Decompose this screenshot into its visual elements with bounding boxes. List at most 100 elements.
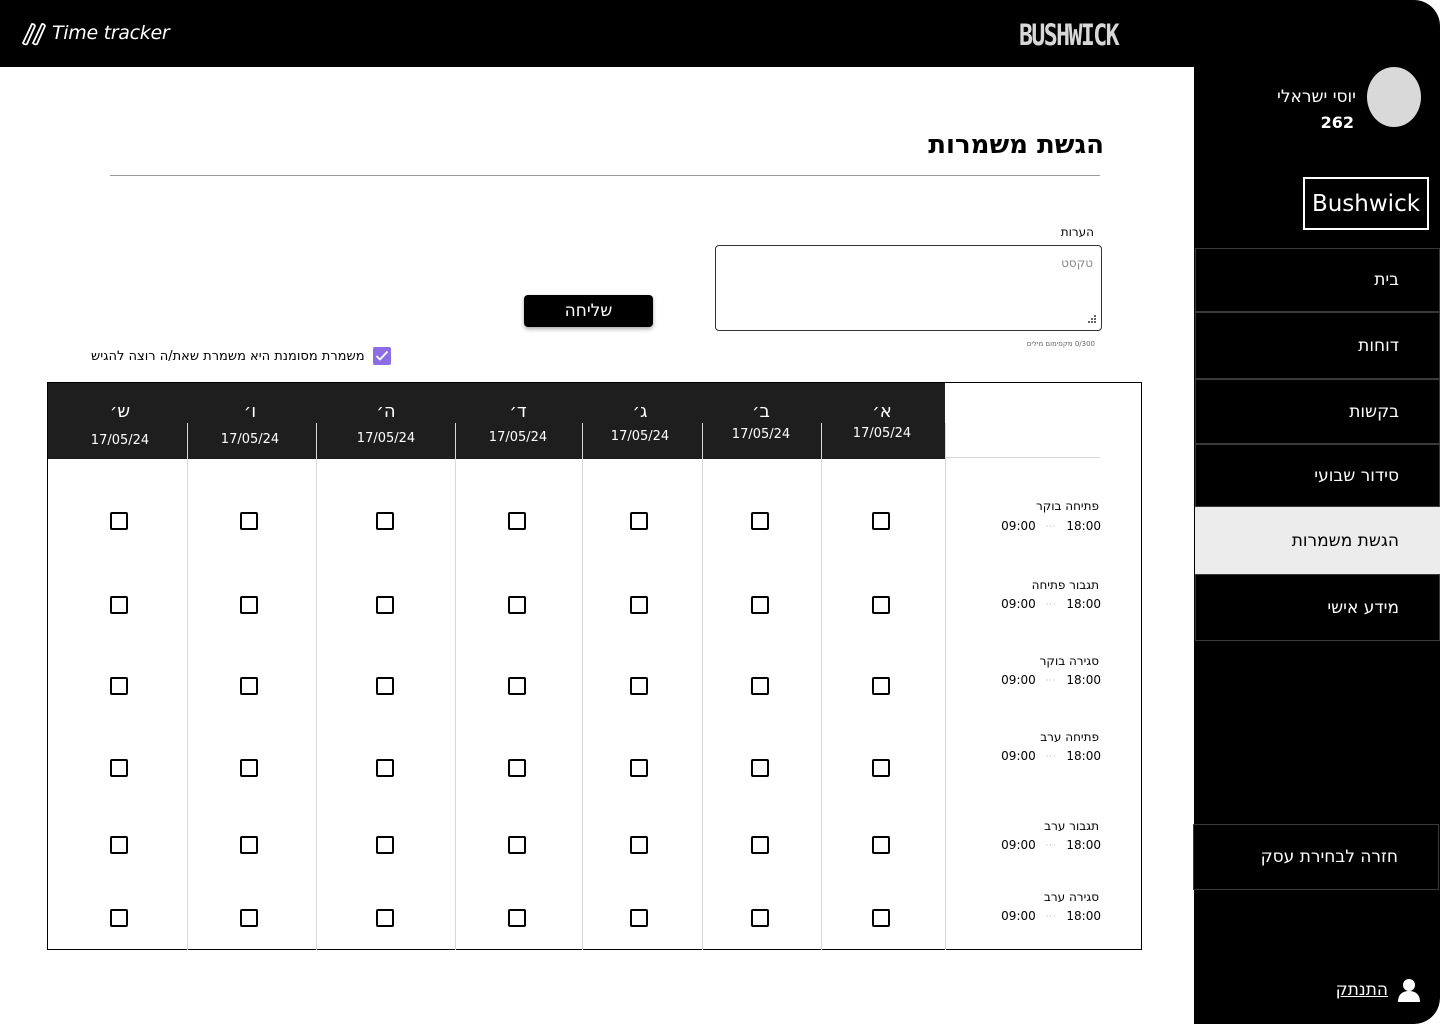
day-header-letter: א׳ <box>872 401 892 422</box>
shift-checkbox[interactable] <box>508 677 526 695</box>
shift-checkbox[interactable] <box>751 596 769 614</box>
shift-name: פתיחה בוקר <box>1035 499 1099 513</box>
user-id: 262 <box>1320 113 1354 132</box>
back-to-business-selection-button[interactable]: חזרה לבחירת עסק <box>1193 824 1439 890</box>
shift-checkbox[interactable] <box>751 759 769 777</box>
shift-checkbox[interactable] <box>630 909 648 927</box>
day-header-date: 17/05/24 <box>488 430 548 445</box>
shift-checkbox[interactable] <box>630 596 648 614</box>
time-separator: ··· <box>1045 599 1057 609</box>
shift-checkbox[interactable] <box>508 909 526 927</box>
shift-checkbox[interactable] <box>751 677 769 695</box>
notes-textarea[interactable] <box>715 245 1102 331</box>
shift-time-range: 09:00 ··· 18:00 <box>951 749 1101 763</box>
send-button[interactable]: שליחה <box>524 295 653 327</box>
shift-checkbox[interactable] <box>376 596 394 614</box>
shift-checkbox[interactable] <box>630 836 648 854</box>
shift-checkbox[interactable] <box>872 512 890 530</box>
time-separator: ··· <box>1045 911 1057 921</box>
shift-checkbox[interactable] <box>240 909 258 927</box>
shift-checkbox[interactable] <box>630 759 648 777</box>
shift-end-time: 18:00 <box>1066 838 1101 852</box>
brand-logo: BUSHWICK <box>1019 18 1120 52</box>
shift-checkbox[interactable] <box>376 512 394 530</box>
shift-checkbox[interactable] <box>508 836 526 854</box>
shift-checkbox[interactable] <box>240 512 258 530</box>
user-icon <box>1398 979 1420 1002</box>
shift-checkbox[interactable] <box>508 596 526 614</box>
app-logo[interactable]: Time tracker <box>20 20 170 46</box>
user-name: יוסי ישראלי <box>1277 87 1356 107</box>
sidebar-item-home[interactable]: בית <box>1195 248 1440 312</box>
legend-text: משמרת מסומנת היא משמרת שאת/ה רוצה להגיש <box>91 348 365 364</box>
logout-label: התנתק <box>1335 980 1388 1000</box>
shift-checkbox[interactable] <box>872 596 890 614</box>
notes-label: הערות <box>1060 225 1094 239</box>
sidebar-item-label: סידור שבועי <box>1314 465 1399 486</box>
sidebar-item-label: דוחות <box>1358 335 1399 356</box>
shift-checkbox[interactable] <box>508 512 526 530</box>
shift-checkbox[interactable] <box>376 759 394 777</box>
sidebar-item-shift-submission[interactable]: הגשת משמרות <box>1195 507 1440 574</box>
sidebar-item-reports[interactable]: דוחות <box>1195 312 1440 379</box>
day-header-date: 17/05/24 <box>731 427 791 442</box>
shift-checkbox[interactable] <box>110 677 128 695</box>
time-separator: ··· <box>1045 751 1057 761</box>
checkmark-icon <box>375 350 388 361</box>
sidebar-item-weekly-schedule[interactable]: סידור שבועי <box>1195 444 1440 507</box>
shift-checkbox[interactable] <box>751 909 769 927</box>
day-header-date: 17/05/24 <box>610 429 670 444</box>
shift-checkbox[interactable] <box>110 512 128 530</box>
shift-checkbox[interactable] <box>110 596 128 614</box>
shift-checkbox[interactable] <box>872 836 890 854</box>
sidebar-item-personal-info[interactable]: מידע אישי <box>1195 574 1440 641</box>
legend-checkbox[interactable] <box>372 347 391 365</box>
resize-handle-icon[interactable] <box>1087 314 1097 324</box>
shift-name: פתיחה ערב <box>1040 730 1099 744</box>
shift-start-time: 09:00 <box>1001 749 1036 763</box>
logo-icon <box>21 23 46 46</box>
shift-checkbox[interactable] <box>110 909 128 927</box>
column-divider <box>316 423 317 950</box>
business-button[interactable]: Bushwick <box>1303 177 1429 230</box>
shift-checkbox[interactable] <box>240 759 258 777</box>
time-separator: ··· <box>1045 521 1057 531</box>
day-header-date: 17/05/24 <box>90 433 150 448</box>
sidebar-item-requests[interactable]: בקשות <box>1195 379 1440 444</box>
sidebar-item-label: בקשות <box>1349 401 1399 422</box>
shift-checkbox[interactable] <box>240 677 258 695</box>
logout-button[interactable]: התנתק <box>1336 978 1420 1002</box>
shift-checkbox[interactable] <box>240 836 258 854</box>
column-divider <box>702 423 703 950</box>
day-header-letter: ש׳ <box>109 401 131 422</box>
shift-checkbox[interactable] <box>376 836 394 854</box>
shift-checkbox[interactable] <box>508 759 526 777</box>
shift-checkbox[interactable] <box>872 677 890 695</box>
shift-checkbox[interactable] <box>872 759 890 777</box>
shift-checkbox[interactable] <box>872 909 890 927</box>
shift-checkbox[interactable] <box>751 836 769 854</box>
shift-name: סגירה בוקר <box>1039 654 1099 668</box>
shift-checkbox[interactable] <box>240 596 258 614</box>
legend: משמרת מסומנת היא משמרת שאת/ה רוצה להגיש <box>91 347 391 365</box>
shift-checkbox[interactable] <box>110 836 128 854</box>
char-count: 0/300 מקסימום מילים <box>1026 340 1095 348</box>
shift-checkbox[interactable] <box>110 759 128 777</box>
top-bar: Time tracker BUSHWICK <box>0 0 1440 67</box>
shift-checkbox[interactable] <box>630 512 648 530</box>
shift-end-time: 18:00 <box>1066 673 1101 687</box>
shift-checkbox[interactable] <box>630 677 648 695</box>
time-separator: ··· <box>1045 675 1057 685</box>
shift-checkbox[interactable] <box>751 512 769 530</box>
shift-checkbox[interactable] <box>376 909 394 927</box>
sidebar-item-label: בית <box>1374 270 1399 290</box>
shift-checkbox[interactable] <box>376 677 394 695</box>
day-header-date: 17/05/24 <box>356 431 416 446</box>
shift-name: סגירה ערב <box>1043 890 1099 904</box>
day-header-letter: ג׳ <box>632 401 648 422</box>
day-header-date: 17/05/24 <box>220 432 280 447</box>
day-header-letter: ה׳ <box>376 401 396 422</box>
shift-start-time: 09:00 <box>1001 673 1036 687</box>
back-button-label: חזרה לבחירת עסק <box>1260 847 1398 867</box>
avatar[interactable] <box>1367 67 1421 127</box>
